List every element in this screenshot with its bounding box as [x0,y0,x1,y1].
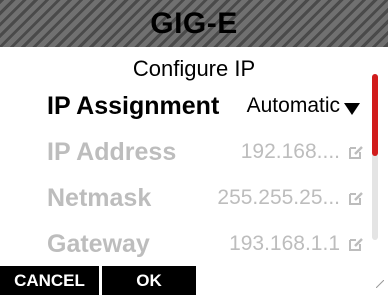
scrollbar[interactable] [372,74,378,240]
edit-icon[interactable] [348,190,364,206]
gateway-label: Gateway [47,230,150,258]
netmask-value: 255.255.25... [217,186,340,209]
edit-icon[interactable] [348,144,364,160]
ip-address-label: IP Address [47,138,177,166]
cancel-button[interactable]: CANCEL [0,266,99,295]
ip-address-value: 192.168.... [240,140,340,163]
title-bar: GIG-E [0,0,388,47]
edit-icon[interactable] [348,236,364,252]
ip-address-row[interactable]: IP Address 192.168.... [0,138,370,184]
gateway-value: 193.168.1.1 [229,232,340,255]
netmask-row[interactable]: Netmask 255.255.25... [0,184,370,230]
resize-corner-icon [376,280,384,288]
ip-assignment-label: IP Assignment [47,92,220,120]
ok-button[interactable]: OK [102,266,196,295]
caret-down-icon[interactable] [342,99,362,117]
screen-subtitle: Configure IP [132,56,256,81]
ip-assignment-value[interactable]: Automatic [247,94,340,118]
page-title: GIG-E [150,6,238,40]
ip-assignment-row[interactable]: IP Assignment Automatic [0,92,370,138]
netmask-label: Netmask [47,184,152,212]
scrollbar-thumb[interactable] [372,74,378,156]
